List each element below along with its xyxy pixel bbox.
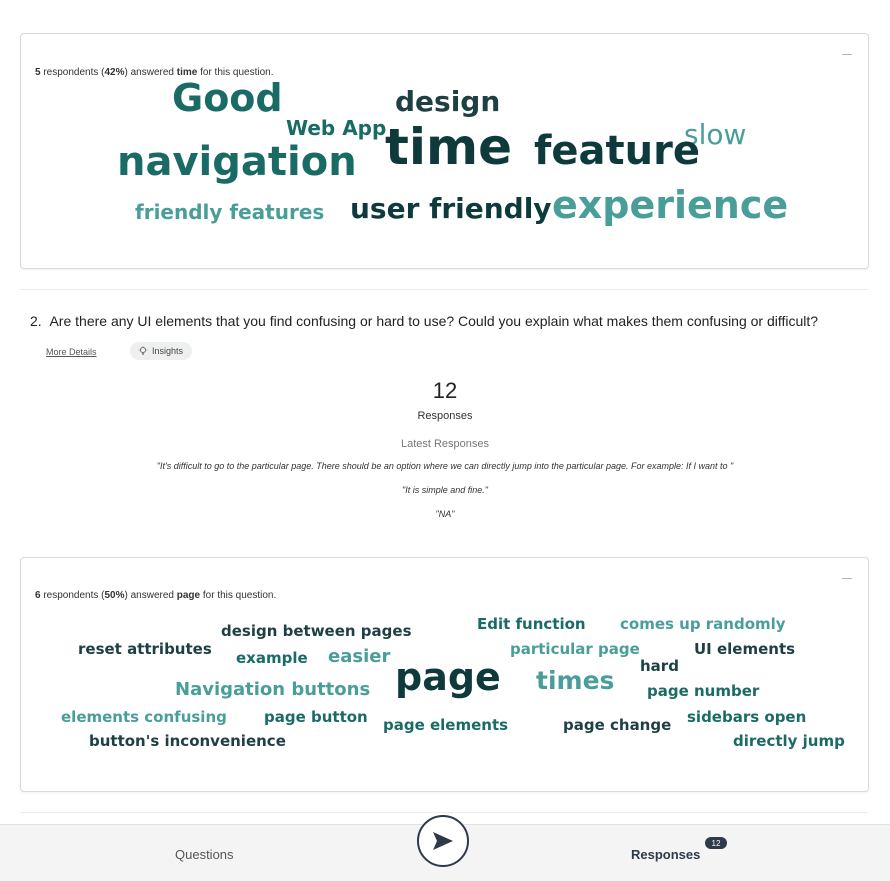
response-count: 12 xyxy=(432,378,458,403)
send-icon xyxy=(433,832,453,850)
section-divider xyxy=(20,289,868,290)
more-details-link[interactable]: More Details xyxy=(46,347,97,357)
word-cloud-term[interactable]: times xyxy=(536,668,614,693)
word-cloud-term[interactable]: page number xyxy=(647,684,759,699)
latest-responses-label: Latest Responses xyxy=(400,438,490,450)
word-cloud-term[interactable]: feature xyxy=(534,131,700,171)
word-cloud-term[interactable]: navigation xyxy=(117,142,357,182)
word-cloud-card: 5 respondents (42%) answered time for th… xyxy=(20,33,869,269)
word-cloud-term[interactable]: experience xyxy=(552,186,788,224)
word-cloud-term[interactable]: page elements xyxy=(383,718,508,733)
tab-questions[interactable]: Questions xyxy=(175,847,234,862)
latest-response: "It's difficult to go to the particular … xyxy=(156,461,734,471)
latest-response: "NA" xyxy=(435,509,455,519)
word-cloud-term[interactable]: user friendly xyxy=(350,195,552,223)
word-cloud-term[interactable]: elements confusing xyxy=(61,710,227,725)
word-cloud-card: 6 respondents (50%) answered page for th… xyxy=(20,557,869,792)
word-cloud-term[interactable]: Navigation buttons xyxy=(175,681,370,699)
word-cloud-term[interactable]: friendly features xyxy=(135,202,324,222)
section-divider xyxy=(20,812,868,813)
word-cloud-term[interactable]: easier xyxy=(328,648,390,666)
word-cloud-term[interactable]: time xyxy=(385,122,512,172)
send-button[interactable] xyxy=(417,815,469,867)
word-cloud-term[interactable]: UI elements xyxy=(694,642,795,657)
insights-button[interactable]: Insights xyxy=(130,342,193,360)
word-cloud-summary: 6 respondents (50%) answered page for th… xyxy=(35,590,277,601)
word-cloud-term[interactable]: design xyxy=(395,88,500,116)
word-cloud-term[interactable]: comes up randomly xyxy=(620,617,786,632)
word-cloud-term[interactable]: directly jump xyxy=(733,734,845,749)
word-cloud-term[interactable]: particular page xyxy=(510,642,640,657)
word-cloud-term[interactable]: Web App xyxy=(286,118,386,138)
insights-label: Insights xyxy=(152,346,184,356)
word-cloud-term[interactable]: Edit function xyxy=(477,617,586,632)
lightbulb-icon xyxy=(138,346,148,356)
word-cloud-term[interactable]: reset attributes xyxy=(78,642,212,657)
word-cloud-term[interactable]: Good xyxy=(172,79,283,117)
latest-response: "It is simple and fine." xyxy=(402,485,488,495)
word-cloud-term[interactable]: example xyxy=(236,651,308,666)
minimize-icon[interactable] xyxy=(842,578,852,579)
question-title: 2. Are there any UI elements that you fi… xyxy=(30,313,819,329)
word-cloud-term[interactable]: page change xyxy=(563,718,671,733)
word-cloud-term[interactable]: button's inconvenience xyxy=(89,734,286,749)
responses-count-badge: 12 xyxy=(705,837,727,849)
tab-responses[interactable]: Responses xyxy=(631,847,700,862)
word-cloud-term[interactable]: page button xyxy=(264,710,368,725)
minimize-icon[interactable] xyxy=(842,54,852,55)
word-cloud-term[interactable]: hard xyxy=(640,659,679,674)
word-cloud-term[interactable]: design between pages xyxy=(221,624,412,639)
word-cloud-term[interactable]: page xyxy=(395,658,501,696)
word-cloud-term[interactable]: sidebars open xyxy=(687,710,806,725)
responses-label: Responses xyxy=(417,410,473,422)
